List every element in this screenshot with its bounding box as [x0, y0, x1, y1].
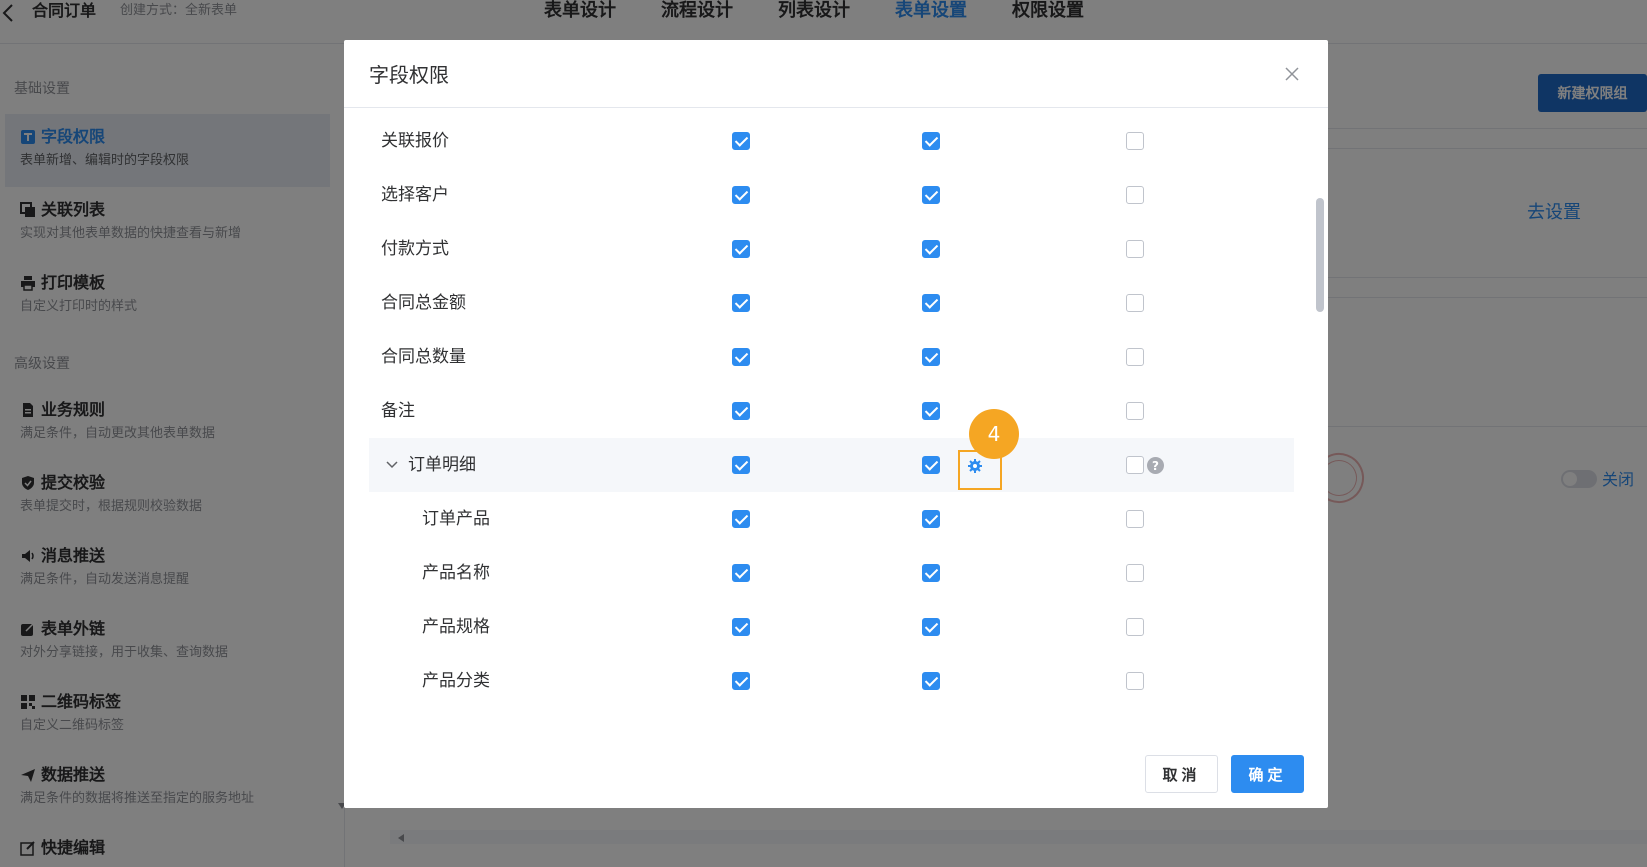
permission-row: 合同总金额	[369, 276, 1294, 330]
editable-checkbox[interactable]	[922, 186, 940, 204]
field-name: 合同总数量	[381, 347, 466, 367]
field-name: 备注	[381, 401, 415, 421]
close-icon[interactable]	[1284, 66, 1300, 82]
visible-checkbox[interactable]	[732, 618, 750, 636]
visible-checkbox[interactable]	[732, 348, 750, 366]
editable-checkbox[interactable]	[922, 132, 940, 150]
editable-checkbox[interactable]	[922, 348, 940, 366]
permission-row: 备注	[369, 384, 1294, 438]
visible-checkbox[interactable]	[732, 672, 750, 690]
field-name: 产品分类	[422, 671, 490, 691]
field-name: 选择客户	[381, 185, 449, 205]
visible-checkbox[interactable]	[732, 456, 750, 474]
editable-checkbox[interactable]	[922, 510, 940, 528]
dialog-header: 字段权限	[344, 40, 1328, 108]
third-permission-checkbox[interactable]	[1126, 348, 1144, 366]
editable-checkbox[interactable]	[922, 672, 940, 690]
permission-row: 选择客户	[369, 168, 1294, 222]
help-icon[interactable]: ?	[1147, 457, 1164, 474]
third-permission-checkbox[interactable]	[1126, 456, 1144, 474]
third-permission-checkbox[interactable]	[1126, 618, 1144, 636]
editable-checkbox[interactable]	[922, 618, 940, 636]
third-permission-checkbox[interactable]	[1126, 402, 1144, 420]
permission-row: 合同总数量	[369, 330, 1294, 384]
third-permission-checkbox[interactable]	[1126, 564, 1144, 582]
visible-checkbox[interactable]	[732, 132, 750, 150]
editable-checkbox[interactable]	[922, 402, 940, 420]
dialog-title: 字段权限	[369, 63, 449, 87]
third-permission-checkbox[interactable]	[1126, 510, 1144, 528]
field-name: 合同总金额	[381, 293, 466, 313]
field-permission-dialog: 字段权限 关联报价 选择客户 付款方式 合同总金额 合同总数量 备注 订单明细 …	[344, 40, 1328, 808]
visible-checkbox[interactable]	[732, 564, 750, 582]
editable-checkbox[interactable]	[922, 456, 940, 474]
dialog-body: 关联报价 选择客户 付款方式 合同总金额 合同总数量 备注 订单明细 ? 订单产…	[344, 109, 1328, 749]
third-permission-checkbox[interactable]	[1126, 240, 1144, 258]
visible-checkbox[interactable]	[732, 294, 750, 312]
field-name: 付款方式	[381, 239, 449, 259]
editable-checkbox[interactable]	[922, 564, 940, 582]
permission-row: 产品名称	[369, 546, 1294, 600]
permission-group-row: 订单明细 ?	[369, 438, 1294, 492]
field-name: 关联报价	[381, 131, 449, 151]
editable-checkbox[interactable]	[922, 240, 940, 258]
field-name: 产品名称	[422, 563, 490, 583]
third-permission-checkbox[interactable]	[1126, 186, 1144, 204]
dialog-scrollbar[interactable]	[1316, 198, 1324, 312]
editable-checkbox[interactable]	[922, 294, 940, 312]
visible-checkbox[interactable]	[732, 186, 750, 204]
third-permission-checkbox[interactable]	[1126, 672, 1144, 690]
confirm-button[interactable]: 确定	[1231, 755, 1304, 793]
permission-row: 产品分类	[369, 654, 1294, 708]
permission-row: 关联报价	[369, 114, 1294, 168]
step-number-badge: 4	[969, 409, 1019, 459]
gear-icon[interactable]	[967, 458, 983, 474]
third-permission-checkbox[interactable]	[1126, 294, 1144, 312]
cancel-button[interactable]: 取消	[1145, 755, 1218, 793]
third-permission-checkbox[interactable]	[1126, 132, 1144, 150]
field-name: 产品规格	[422, 617, 490, 637]
visible-checkbox[interactable]	[732, 402, 750, 420]
chevron-down-icon[interactable]	[385, 458, 399, 472]
permission-row: 产品规格	[369, 600, 1294, 654]
dialog-footer: 取消 确定	[344, 749, 1328, 808]
permission-row: 订单产品	[369, 492, 1294, 546]
field-name: 订单产品	[422, 509, 490, 529]
visible-checkbox[interactable]	[732, 510, 750, 528]
permission-row: 付款方式	[369, 222, 1294, 276]
field-name: 订单明细	[408, 455, 476, 475]
visible-checkbox[interactable]	[732, 240, 750, 258]
